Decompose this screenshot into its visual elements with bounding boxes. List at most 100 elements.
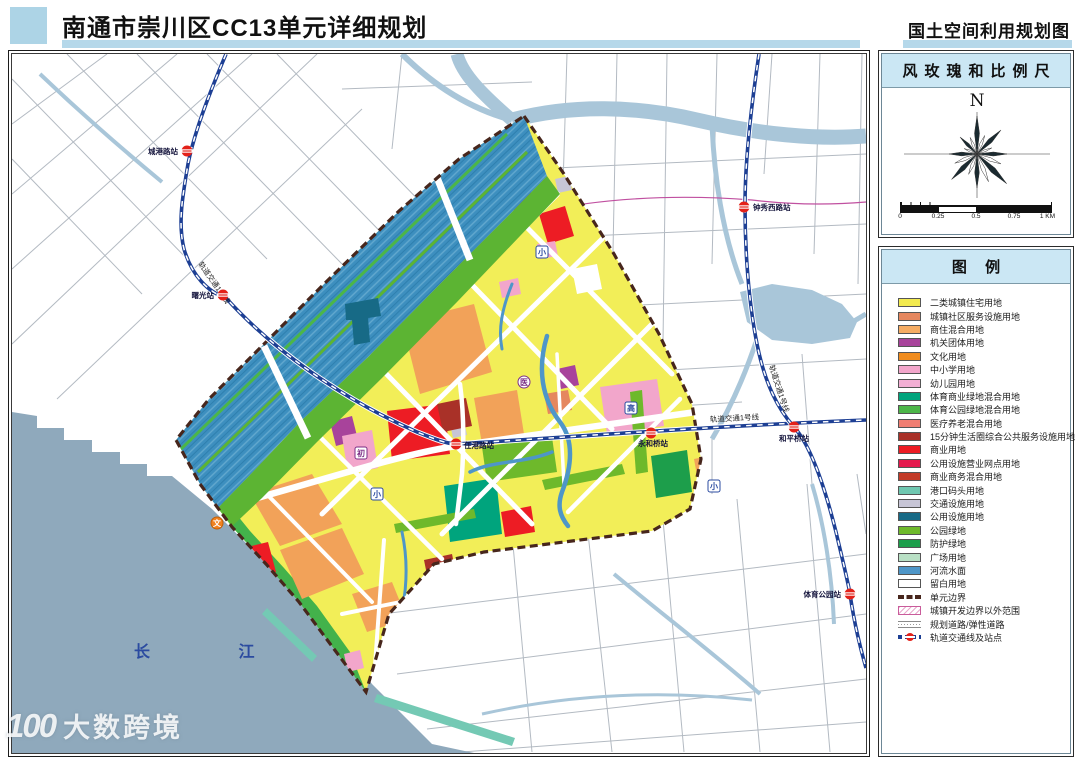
legend-item: 体育商业绿地混合用地 [898, 390, 1070, 403]
legend-swatch [898, 312, 921, 321]
legend-swatch [898, 352, 921, 361]
legend-item: 商住混合用地 [898, 323, 1070, 336]
watermark-text: 大数跨境 [63, 706, 183, 745]
svg-text:曙光站: 曙光站 [192, 290, 215, 300]
hospital-chip: 医 [518, 376, 530, 388]
legend-label: 城镇开发边界以外范围 [930, 604, 1020, 617]
legend-title: 图 例 [882, 250, 1070, 284]
svg-text:任港路站: 任港路站 [463, 440, 494, 450]
legend-label: 公园绿地 [930, 524, 966, 537]
wind-rose-panel-title: 风玫瑰和比例尺 [882, 54, 1070, 88]
legend-swatch [898, 432, 921, 441]
legend-label: 规划道路/弹性道路 [930, 618, 1005, 631]
legend-item: 公用设施营业网点用地 [898, 457, 1070, 470]
metro-station: 任港路站 [450, 439, 495, 451]
legend-item: 体育公园绿地混合用地 [898, 403, 1070, 416]
legend-item: 中小学用地 [898, 363, 1070, 376]
svg-text:高: 高 [627, 403, 635, 413]
legend-item: 幼儿园用地 [898, 376, 1070, 389]
legend-swatch [898, 419, 921, 428]
legend-label: 15分钟生活圈综合公共服务设施用地 [930, 430, 1075, 443]
legend-panel: 图 例 二类城镇住宅用地城镇社区服务设施用地商住混合用地机关团体用地文化用地中小… [878, 246, 1074, 757]
legend-label: 医疗养老混合用地 [930, 417, 1002, 430]
legend-swatch [898, 595, 921, 599]
legend-swatch [898, 512, 921, 521]
legend-item: 留白用地 [898, 577, 1070, 590]
legend-item: 城镇社区服务设施用地 [898, 309, 1070, 322]
legend-label: 公用设施用地 [930, 510, 984, 523]
legend-label: 轨道交通线及站点 [930, 631, 1002, 644]
map-frame: 轨道交通1号线 轨道交通1号线 轨道交通1号线 小 小 小 高 初 医 文 城港… [8, 50, 870, 757]
right-title-underline [903, 40, 1072, 48]
legend-swatch [898, 635, 921, 639]
map-sheet-title: 国土空间利用规划图 [908, 17, 1070, 42]
svg-text:文: 文 [213, 518, 222, 528]
metro-station: 钟秀西路站 [738, 202, 791, 213]
juniorhigh-chip: 初 [355, 447, 367, 459]
legend-label: 商住混合用地 [930, 323, 984, 336]
culture-chip: 文 [211, 517, 223, 529]
legend-label: 体育公园绿地混合用地 [930, 403, 1020, 416]
page-title: 南通市崇川区CC13单元详细规划 [62, 8, 427, 43]
legend-label: 中小学用地 [930, 363, 975, 376]
legend-item: 广场用地 [898, 550, 1070, 563]
svg-text:和平桥站: 和平桥站 [779, 433, 809, 443]
legend-item: 公用设施用地 [898, 510, 1070, 523]
metro-station: 城港路站 [148, 146, 194, 157]
legend-label: 城镇社区服务设施用地 [930, 310, 1020, 323]
metro-station: 曙光站 [192, 290, 230, 301]
legend-swatch [898, 379, 921, 388]
svg-text:小: 小 [537, 247, 546, 257]
legend-swatch [898, 566, 921, 575]
legend-label: 河流水面 [930, 564, 966, 577]
legend-swatch [898, 526, 921, 535]
legend-swatch [898, 539, 921, 548]
legend-item: 单元边界 [898, 591, 1070, 604]
legend-label: 防护绿地 [930, 537, 966, 550]
legend-swatch [898, 621, 921, 628]
svg-text:医: 医 [520, 378, 528, 387]
legend-swatch [898, 486, 921, 495]
school-chip: 小 [536, 246, 548, 258]
legend-label: 单元边界 [930, 591, 966, 604]
legend-swatch [898, 338, 921, 347]
legend-item: 轨道交通线及站点 [898, 631, 1070, 644]
legend-label: 文化用地 [930, 350, 966, 363]
svg-text:体育公园站: 体育公园站 [804, 589, 842, 599]
svg-text:城港路站: 城港路站 [148, 146, 178, 156]
legend-item: 二类城镇住宅用地 [898, 296, 1070, 309]
legend-swatch [898, 553, 921, 562]
watermark-logo: 100 [6, 707, 55, 745]
legend-item: 规划道路/弹性道路 [898, 617, 1070, 630]
north-label: N [970, 91, 985, 111]
school-chip: 小 [371, 488, 383, 500]
page: 南通市崇川区CC13单元详细规划 国土空间利用规划图 [0, 0, 1080, 764]
legend-label: 公用设施营业网点用地 [930, 457, 1020, 470]
legend-item: 公园绿地 [898, 524, 1070, 537]
legend-item: 商业用地 [898, 443, 1070, 456]
scale-bar: 0 0.25 0.5 0.75 1 KM [900, 202, 1052, 223]
legend-item: 港口码头用地 [898, 483, 1070, 496]
svg-text:初: 初 [357, 448, 365, 458]
planning-map: 轨道交通1号线 轨道交通1号线 轨道交通1号线 小 小 小 高 初 医 文 城港… [11, 53, 867, 754]
svg-text:小: 小 [372, 489, 381, 499]
wind-rose: N [882, 90, 1072, 202]
legend-swatch [898, 606, 921, 615]
legend-label: 机关团体用地 [930, 336, 984, 349]
legend-item: 城镇开发边界以外范围 [898, 604, 1070, 617]
legend-item: 商业商务混合用地 [898, 470, 1070, 483]
legend-label: 幼儿园用地 [930, 377, 975, 390]
title-accent-square [10, 7, 47, 44]
legend-item: 机关团体用地 [898, 336, 1070, 349]
svg-text:小: 小 [709, 481, 718, 491]
legend-list: 二类城镇住宅用地城镇社区服务设施用地商住混合用地机关团体用地文化用地中小学用地幼… [882, 284, 1070, 644]
legend-item: 河流水面 [898, 564, 1070, 577]
legend-item: 15分钟生活圈综合公共服务设施用地 [898, 430, 1070, 443]
title-underline [62, 40, 860, 48]
legend-label: 二类城镇住宅用地 [930, 296, 1002, 309]
legend-label: 商业商务混合用地 [930, 470, 1002, 483]
legend-label: 港口码头用地 [930, 484, 984, 497]
yangtze-label: 长 江 [134, 642, 296, 661]
legend-swatch [898, 459, 921, 468]
legend-swatch [898, 499, 921, 508]
